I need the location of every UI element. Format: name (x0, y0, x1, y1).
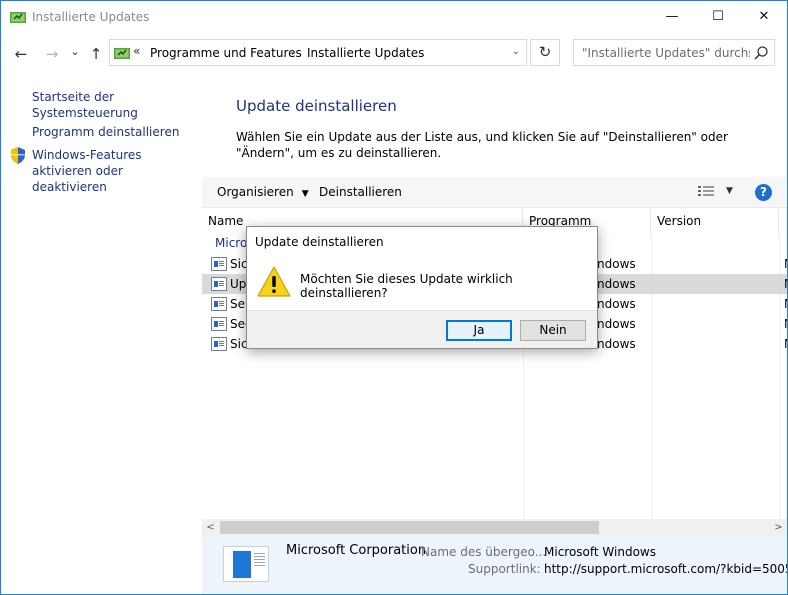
view-details-icon[interactable] (698, 186, 714, 199)
up-arrow-icon[interactable]: ↑ (87, 45, 105, 63)
breadcrumb-installed-updates[interactable]: Installierte Updates (307, 46, 424, 60)
address-dropdown-icon[interactable]: ⌄ (512, 46, 520, 57)
no-button[interactable]: Nein (520, 320, 586, 341)
view-options-caret-icon[interactable]: ▼ (726, 186, 733, 196)
row-overflow: M (784, 317, 787, 331)
scroll-right-icon[interactable]: > (770, 520, 787, 535)
search-icon[interactable] (753, 45, 769, 61)
close-button[interactable]: ✕ (741, 1, 787, 33)
group-header-microsoft[interactable]: Micro (215, 236, 247, 250)
details-parent-value: Microsoft Windows (544, 545, 656, 559)
row-overflow: M (784, 337, 787, 351)
column-header-version[interactable]: Version (651, 209, 779, 233)
breadcrumb-programs-features[interactable]: Programme und Features (150, 46, 302, 60)
left-task-pane: Startseite der Systemsteuerung Programm … (1, 73, 202, 594)
details-support-label: Supportlink: (468, 562, 541, 576)
uninstall-button[interactable]: Deinstallieren (319, 185, 402, 199)
update-icon (211, 297, 227, 311)
update-icon (211, 337, 227, 351)
row-program: ndows (597, 317, 636, 331)
dialog-message: Möchten Sie dieses Update wirklich deins… (300, 272, 513, 300)
details-pane: Microsoft Corporation Name des übergeo..… (202, 536, 787, 594)
search-input[interactable]: "Installierte Updates" durchsuchen (582, 46, 750, 60)
refresh-button[interactable]: ↻ (530, 39, 560, 66)
organize-label: Organisieren (217, 185, 294, 199)
window-title: Installierte Updates (32, 10, 150, 24)
row-overflow: M (784, 257, 787, 271)
maximize-button[interactable]: ☐ (695, 1, 741, 33)
update-large-icon-lines (254, 553, 265, 554)
uninstall-confirm-dialog: Update deinstallieren Möchten Sie dieses… (246, 226, 598, 349)
update-icon (211, 277, 227, 291)
update-large-icon (223, 546, 269, 582)
link-uninstall-program[interactable]: Programm deinstallieren (32, 124, 179, 140)
page-title: Update deinstallieren (236, 97, 397, 115)
back-arrow-icon[interactable]: ← (12, 45, 30, 63)
row-program: ndows (597, 257, 636, 271)
control-panel-icon (114, 48, 130, 59)
page-description: Wählen Sie ein Update aus der Liste aus,… (236, 130, 728, 160)
row-program: ndows (597, 277, 636, 291)
recent-locations-chevron-icon[interactable]: ⌄ (66, 43, 84, 61)
yes-button[interactable]: Ja (446, 320, 512, 341)
scroll-thumb[interactable] (220, 521, 599, 534)
row-program: ndows (597, 337, 636, 351)
warning-icon (257, 266, 291, 297)
link-windows-features[interactable]: Windows-Features aktivieren oder deaktiv… (32, 147, 197, 195)
update-large-icon-fill (233, 551, 251, 578)
forward-arrow-icon[interactable]: → (43, 45, 61, 63)
organize-button[interactable]: Organisieren ▼ (217, 185, 309, 199)
horizontal-scrollbar[interactable]: < > (202, 519, 787, 536)
link-control-panel-home[interactable]: Startseite der Systemsteuerung (32, 89, 202, 121)
minimize-button[interactable]: — (649, 1, 695, 33)
scroll-left-icon[interactable]: < (202, 520, 219, 535)
dialog-title: Update deinstallieren (255, 235, 384, 249)
details-publisher: Microsoft Corporation (286, 543, 427, 558)
address-field[interactable]: « Programme und Features › Installierte … (109, 39, 527, 66)
breadcrumb-overflow-icon[interactable]: « (133, 44, 140, 58)
update-icon (211, 257, 227, 271)
row-program: ndows (597, 297, 636, 311)
row-overflow: M (784, 297, 787, 311)
dialog-button-bar: Ja Nein (247, 310, 597, 348)
search-box[interactable]: "Installierte Updates" durchsuchen (573, 39, 775, 66)
row-overflow: M (784, 277, 787, 291)
help-icon[interactable]: ? (755, 184, 772, 201)
uac-shield-icon (11, 147, 25, 164)
navigation-bar: ← → ⌄ ↑ « Programme und Features › Insta… (1, 37, 787, 71)
organize-caret-icon: ▼ (301, 189, 309, 199)
details-parent-label: Name des übergeo... (421, 545, 547, 559)
control-panel-window: Installierte Updates — ☐ ✕ ← → ⌄ ↑ « Pro… (0, 0, 788, 595)
details-support-link[interactable]: http://support.microsoft.com/?kbid=5005.… (544, 562, 787, 576)
update-icon (211, 317, 227, 331)
title-bar: Installierte Updates — ☐ ✕ (1, 1, 787, 33)
command-bar: Organisieren ▼ Deinstallieren ▼ ? (202, 177, 787, 208)
installed-updates-icon (10, 12, 26, 23)
breadcrumb-separator-icon[interactable]: › (291, 45, 296, 59)
